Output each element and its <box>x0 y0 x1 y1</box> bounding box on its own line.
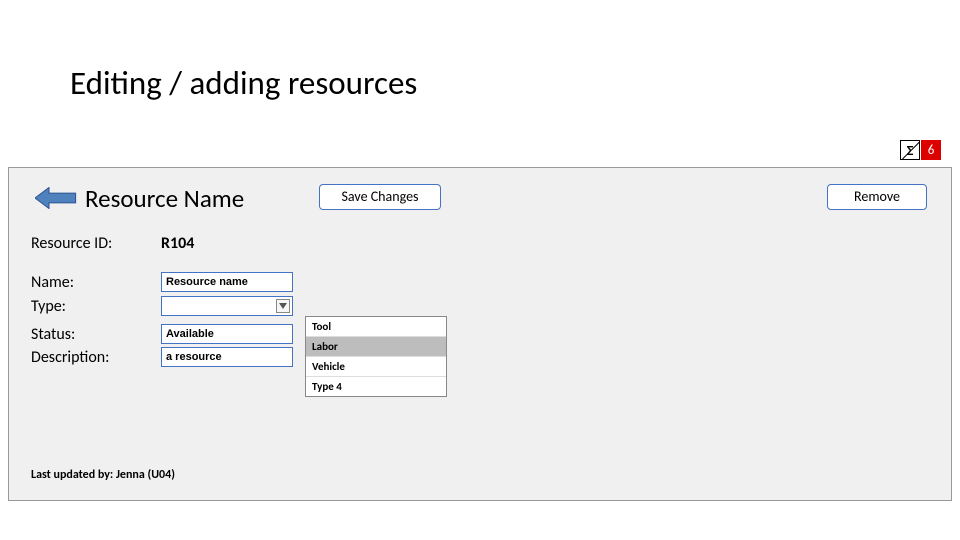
resource-panel: Σ 6 Resource Name Save Changes Remove Re… <box>8 167 952 501</box>
page-title: Editing / adding resources <box>70 63 417 103</box>
type-select[interactable] <box>161 296 293 316</box>
label-description: Description: <box>31 348 161 367</box>
chevron-down-icon[interactable] <box>276 299 290 313</box>
row-resource-id: Resource ID: R104 <box>31 234 194 253</box>
name-input[interactable] <box>161 272 293 292</box>
back-arrow-icon[interactable] <box>35 187 77 209</box>
type-dropdown-list[interactable]: Tool Labor Vehicle Type 4 <box>305 316 447 397</box>
remove-button[interactable]: Remove <box>827 184 927 210</box>
type-option-labor[interactable]: Labor <box>306 337 446 357</box>
type-option-type4[interactable]: Type 4 <box>306 377 446 396</box>
row-name: Name: <box>31 272 293 292</box>
save-button[interactable]: Save Changes <box>319 184 441 210</box>
popup-indicator: Σ 6 <box>900 140 941 160</box>
description-input[interactable] <box>161 347 293 367</box>
sigma-icon: Σ <box>900 140 920 160</box>
type-option-tool[interactable]: Tool <box>306 317 446 337</box>
value-resource-id: R104 <box>161 234 194 253</box>
label-status: Status: <box>31 325 161 344</box>
label-resource-id: Resource ID: <box>31 234 161 253</box>
type-option-vehicle[interactable]: Vehicle <box>306 357 446 377</box>
row-type: Type: <box>31 296 293 316</box>
row-status: Status: <box>31 324 293 344</box>
label-type: Type: <box>31 297 161 316</box>
row-description: Description: <box>31 347 293 367</box>
status-input[interactable] <box>161 324 293 344</box>
popup-count-badge: 6 <box>921 140 941 160</box>
resource-heading: Resource Name <box>85 183 244 214</box>
label-name: Name: <box>31 273 161 292</box>
last-updated-by: Last updated by: Jenna (U04) <box>31 468 175 482</box>
